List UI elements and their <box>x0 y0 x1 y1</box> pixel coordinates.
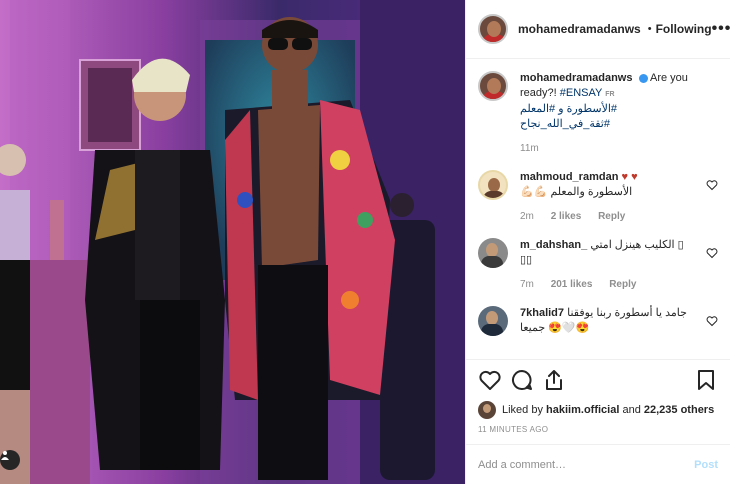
comment-likes[interactable]: 2 likes <box>551 211 582 222</box>
user-tag-icon[interactable] <box>0 450 20 470</box>
comment-emoji: ♥ ♥ <box>621 171 638 183</box>
comment-text-line2: ▯▯ <box>520 254 533 266</box>
comment-time: 2m <box>520 211 534 222</box>
comment-text-line2: جميعا 😍🤍😍 <box>520 322 590 334</box>
country-flag-label: FR <box>605 91 615 98</box>
comment-time: 7m <box>520 279 534 290</box>
comment-row: m_dahshan_ الكليب هينزل امتي ▯ ▯▯ 7m 201… <box>478 238 718 292</box>
caption-hashtags-line[interactable]: #الأسطورة و #المعلم <box>520 102 696 117</box>
post-photo[interactable] <box>0 0 465 484</box>
like-comment-heart-icon[interactable] <box>706 315 718 327</box>
comment-username[interactable]: m_dahshan_ <box>520 239 587 251</box>
caption: mohamedramadanws Are you ready?! #ENSAY … <box>478 71 718 156</box>
hashtag-link[interactable]: #ENSAY <box>560 87 602 99</box>
comment-input[interactable]: Add a comment… <box>478 459 694 471</box>
caption-hashtags-line[interactable]: #ثقة_في_الله_نجاح <box>520 117 696 132</box>
instagram-post: mohamedramadanws • Following ••• mohamed… <box>0 0 730 484</box>
likes-middle: and <box>622 404 641 416</box>
author-avatar[interactable] <box>478 14 508 44</box>
comment-bubble-icon[interactable] <box>510 368 534 392</box>
comment-likes[interactable]: 201 likes <box>551 279 593 290</box>
caption-meta: 11m <box>520 141 696 156</box>
commenter-avatar[interactable] <box>478 306 508 336</box>
comment-text: الكليب هينزل امتي ▯ <box>590 239 684 251</box>
comment-row: 7khalid7 جامد يا أسطورة ربنا يوفقنا جميع… <box>478 306 718 336</box>
caption-avatar[interactable] <box>478 71 508 101</box>
likes-summary: Liked by hakiim.official and 22,235 othe… <box>466 399 730 421</box>
photo-scene <box>0 0 465 484</box>
liker-avatar[interactable] <box>478 401 496 419</box>
header-separator: • <box>647 23 652 35</box>
comment-body: mahmoud_ramdan ♥ ♥ الأسطورة والمعلم 💪🏻💪🏻… <box>520 170 718 224</box>
comment-username[interactable]: 7khalid7 <box>520 307 564 319</box>
comment-meta: 7m 201 likes Reply <box>520 277 696 292</box>
post-timestamp[interactable]: 11 MINUTES AGO <box>466 421 730 444</box>
commenter-avatar[interactable] <box>478 238 508 268</box>
post-side-panel: mohamedramadanws • Following ••• mohamed… <box>465 0 730 484</box>
like-heart-icon[interactable] <box>478 368 502 392</box>
add-comment-bar: Add a comment… Post <box>466 444 730 484</box>
caption-username[interactable]: mohamedramadanws <box>520 72 632 84</box>
commenter-avatar[interactable] <box>478 170 508 200</box>
comment-body: 7khalid7 جامد يا أسطورة ربنا يوفقنا جميع… <box>520 306 718 336</box>
following-button[interactable]: Following <box>656 22 712 36</box>
caption-time: 11m <box>520 143 539 154</box>
comment-meta: 2m 2 likes Reply <box>520 209 696 224</box>
liker-username[interactable]: hakiim.official <box>546 404 619 416</box>
share-icon[interactable] <box>542 368 566 392</box>
post-header: mohamedramadanws • Following ••• <box>466 0 730 59</box>
post-comment-button[interactable]: Post <box>694 459 718 471</box>
comment-text: الأسطورة والمعلم 💪🏻💪🏻 <box>520 186 633 198</box>
reply-button[interactable]: Reply <box>609 279 636 290</box>
reply-button[interactable]: Reply <box>598 211 625 222</box>
author-username[interactable]: mohamedramadanws <box>518 22 641 36</box>
comment-row: mahmoud_ramdan ♥ ♥ الأسطورة والمعلم 💪🏻💪🏻… <box>478 170 718 224</box>
comments-list[interactable]: mohamedramadanws Are you ready?! #ENSAY … <box>466 59 730 359</box>
comment-text: جامد يا أسطورة ربنا يوفقنا <box>567 307 687 319</box>
caption-body: mohamedramadanws Are you ready?! #ENSAY … <box>520 71 718 156</box>
like-comment-heart-icon[interactable] <box>706 247 718 259</box>
verified-badge-icon <box>638 73 648 83</box>
post-actions <box>466 359 730 399</box>
likes-count-link[interactable]: 22,235 others <box>644 404 714 416</box>
like-comment-heart-icon[interactable] <box>706 179 718 191</box>
comment-username[interactable]: mahmoud_ramdan <box>520 171 618 183</box>
comment-body: m_dahshan_ الكليب هينزل امتي ▯ ▯▯ 7m 201… <box>520 238 718 292</box>
more-options-icon[interactable]: ••• <box>712 21 730 37</box>
likes-prefix: Liked by <box>502 404 543 416</box>
bookmark-icon[interactable] <box>694 368 718 392</box>
